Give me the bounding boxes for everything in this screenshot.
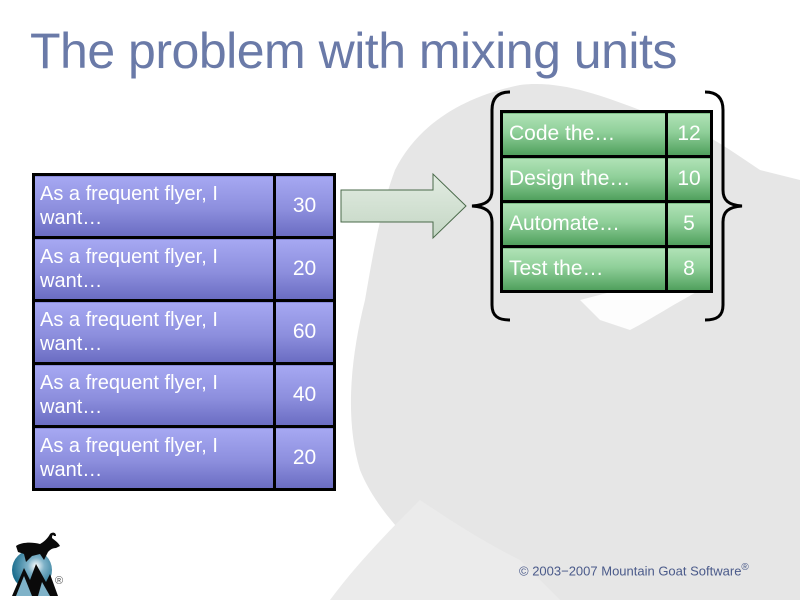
story-text: As a frequent flyer, I want… — [32, 173, 276, 239]
task-row: Automate… 5 — [500, 200, 713, 248]
story-text: As a frequent flyer, I want… — [32, 236, 276, 302]
tasks-table: Code the… 12 Design the… 10 Automate… 5 … — [500, 110, 713, 293]
task-row: Code the… 12 — [500, 110, 713, 158]
task-hours: 12 — [665, 110, 713, 158]
story-text: As a frequent flyer, I want… — [32, 425, 276, 491]
task-hours: 8 — [665, 245, 713, 293]
task-hours: 10 — [665, 155, 713, 203]
story-text: As a frequent flyer, I want… — [32, 362, 276, 428]
task-row: Test the… 8 — [500, 245, 713, 293]
task-row: Design the… 10 — [500, 155, 713, 203]
task-text: Test the… — [500, 245, 668, 293]
story-points: 20 — [273, 425, 336, 491]
slide-title: The problem with mixing units — [30, 23, 677, 79]
copyright-footer: © 2003−2007 Mountain Goat Software® — [519, 562, 749, 578]
task-text: Code the… — [500, 110, 668, 158]
story-row: As a frequent flyer, I want… 60 — [32, 299, 336, 365]
story-points: 30 — [273, 173, 336, 239]
story-points: 60 — [273, 299, 336, 365]
story-row: As a frequent flyer, I want… 20 — [32, 425, 336, 491]
copyright-registered-mark: ® — [741, 562, 749, 573]
task-hours: 5 — [665, 200, 713, 248]
story-points: 20 — [273, 236, 336, 302]
story-row: As a frequent flyer, I want… 30 — [32, 173, 336, 239]
copyright-text: © 2003−2007 Mountain Goat Software — [519, 563, 742, 579]
story-text: As a frequent flyer, I want… — [32, 299, 276, 365]
user-stories-table: As a frequent flyer, I want… 30 As a fre… — [32, 173, 336, 491]
story-row: As a frequent flyer, I want… 20 — [32, 236, 336, 302]
story-row: As a frequent flyer, I want… 40 — [32, 362, 336, 428]
task-text: Design the… — [500, 155, 668, 203]
task-text: Automate… — [500, 200, 668, 248]
story-points: 40 — [273, 362, 336, 428]
logo-registered-mark: ® — [55, 575, 64, 587]
